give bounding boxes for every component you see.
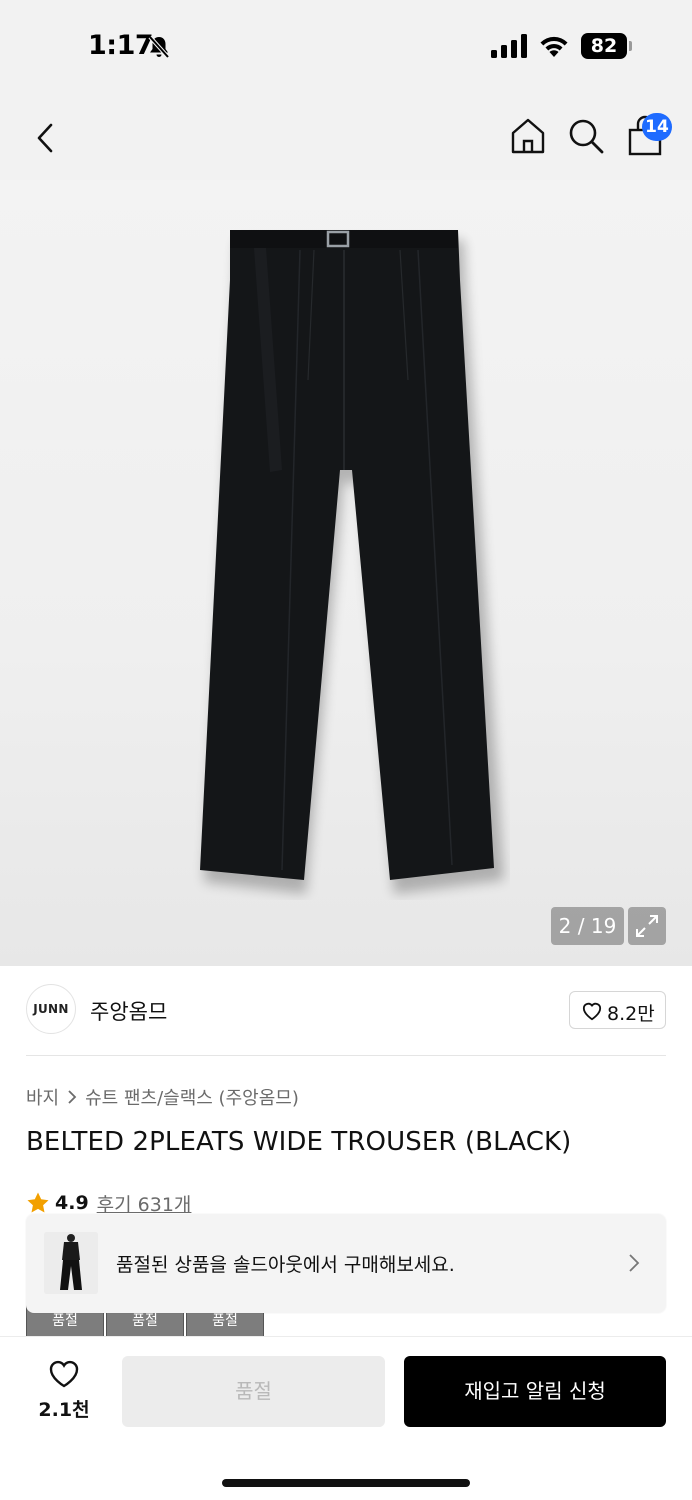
wishlist-button[interactable]: 2.1천 bbox=[24, 1357, 104, 1427]
breadcrumb-category[interactable]: 바지 bbox=[26, 1084, 59, 1110]
divider bbox=[26, 1055, 666, 1056]
bell-muted-icon bbox=[148, 35, 170, 59]
chevron-right-icon bbox=[68, 1090, 77, 1104]
product-gallery[interactable]: 2 / 19 bbox=[0, 180, 692, 966]
product-image-trousers bbox=[200, 230, 504, 894]
breadcrumb-subcategory[interactable]: 슈트 팬츠/슬랙스 (주앙옴므) bbox=[85, 1084, 299, 1110]
brand-logo[interactable]: JUNN bbox=[26, 984, 76, 1034]
battery-indicator: 82 bbox=[581, 33, 633, 59]
brand-like-count: 8.2만 bbox=[607, 1003, 655, 1025]
wifi-icon bbox=[540, 36, 568, 57]
status-time: 1:17 bbox=[88, 30, 154, 61]
review-count-link[interactable]: 후기 631개 bbox=[97, 1190, 192, 1217]
chevron-right-icon bbox=[629, 1254, 640, 1272]
wishlist-count: 2.1천 bbox=[38, 1399, 90, 1421]
bottom-action-bar: 2.1천 품절 재입고 알림 신청 bbox=[0, 1336, 692, 1500]
banner-product-thumbnail bbox=[44, 1232, 98, 1294]
expand-gallery-button[interactable] bbox=[628, 907, 666, 945]
product-title: BELTED 2PLEATS WIDE TROUSER (BLACK) bbox=[26, 1127, 572, 1157]
banner-text: 품절된 상품을 솔드아웃에서 구매해보세요. bbox=[116, 1254, 455, 1276]
rating-value: 4.9 bbox=[55, 1192, 89, 1214]
status-bar: 1:17 82 bbox=[0, 0, 692, 94]
rating-row: 4.9 후기 631개 bbox=[26, 1189, 191, 1217]
home-indicator bbox=[222, 1479, 470, 1487]
star-icon bbox=[27, 1192, 49, 1213]
cellular-signal-icon bbox=[491, 34, 527, 58]
brand-name[interactable]: 주앙옴므 bbox=[90, 996, 167, 1026]
breadcrumb: 바지 슈트 팬츠/슬랙스 (주앙옴므) bbox=[26, 1084, 299, 1110]
brand-like-button[interactable]: 8.2만 bbox=[569, 991, 666, 1029]
battery-level: 82 bbox=[581, 33, 627, 59]
cart-count-badge: 14 bbox=[642, 113, 672, 141]
expand-icon bbox=[636, 915, 658, 937]
model-image bbox=[44, 1232, 98, 1294]
battery-tip bbox=[629, 41, 632, 51]
heart-outline-icon bbox=[49, 1360, 79, 1388]
soldout-button[interactable]: 품절 bbox=[122, 1356, 385, 1427]
brand-row[interactable]: JUNN 주앙옴므 8.2만 bbox=[26, 984, 666, 1036]
home-icon[interactable] bbox=[508, 116, 548, 156]
restock-alert-button[interactable]: 재입고 알림 신청 bbox=[404, 1356, 666, 1427]
heart-outline-icon bbox=[582, 1002, 602, 1021]
search-icon[interactable] bbox=[566, 116, 606, 156]
back-arrow-icon[interactable] bbox=[30, 118, 62, 158]
nav-bar bbox=[0, 94, 692, 180]
image-page-counter: 2 / 19 bbox=[551, 907, 624, 945]
soldout-marketplace-banner[interactable]: 품절된 상품을 솔드아웃에서 구매해보세요. bbox=[26, 1214, 666, 1313]
